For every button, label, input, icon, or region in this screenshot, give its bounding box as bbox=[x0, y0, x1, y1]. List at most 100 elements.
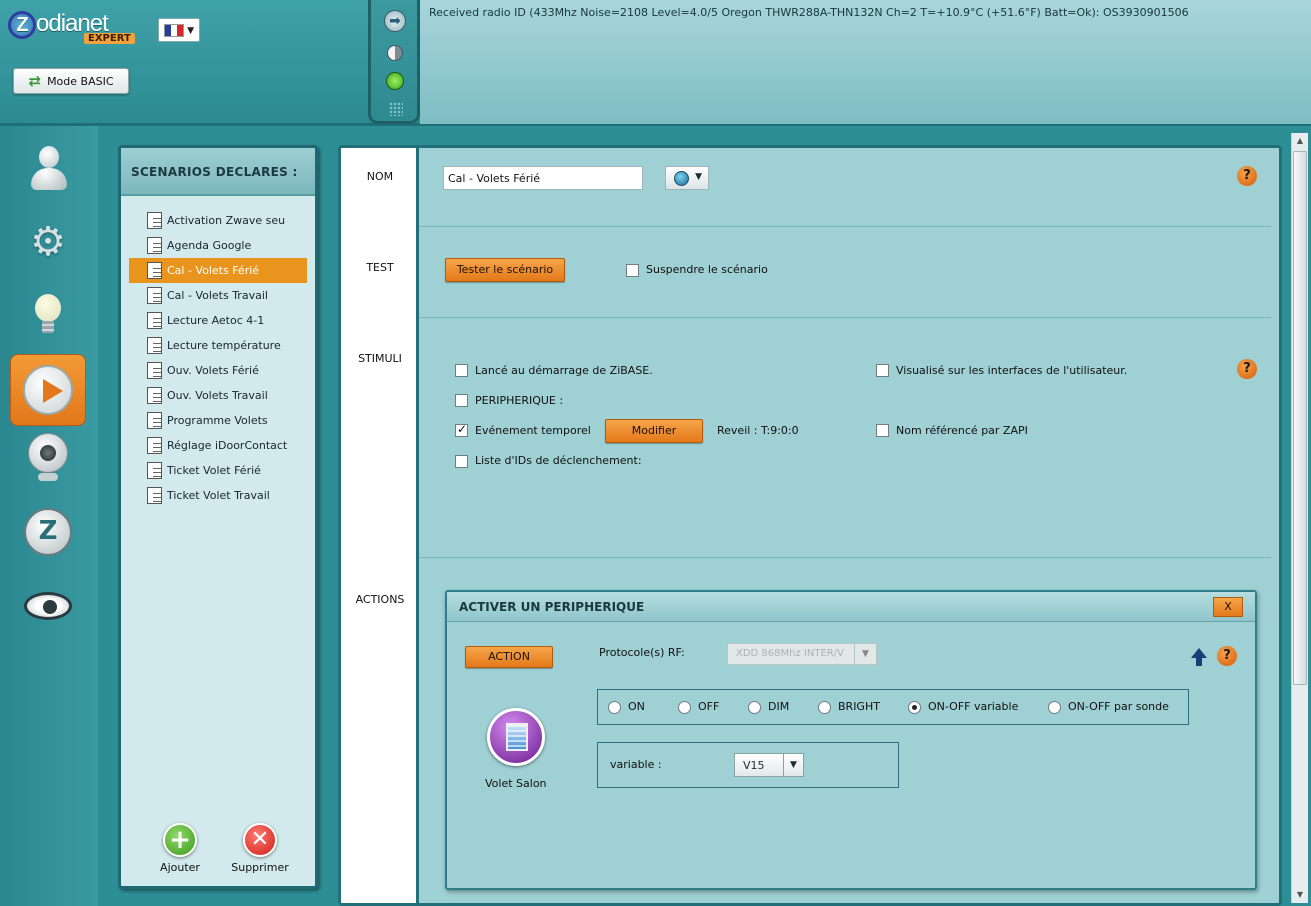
help-icon[interactable]: ? bbox=[1237, 359, 1257, 379]
vertical-scrollbar[interactable]: ▲ ▼ bbox=[1291, 133, 1308, 903]
suspend-checkbox[interactable] bbox=[626, 264, 639, 277]
status-led-panel: ➡ bbox=[368, 0, 420, 124]
globe-icon bbox=[674, 171, 689, 186]
scenario-list-item[interactable]: Lecture Aetoc 4-1 bbox=[129, 308, 309, 333]
scenario-name: Programme Volets bbox=[167, 414, 268, 427]
eye-icon bbox=[24, 592, 72, 620]
scenario-name: Ticket Volet Férié bbox=[167, 464, 261, 477]
chevron-down-icon: ▼ bbox=[783, 754, 803, 776]
window-shutter-icon[interactable] bbox=[487, 708, 545, 766]
temporel-checkbox[interactable] bbox=[455, 422, 468, 437]
france-flag-icon bbox=[164, 24, 184, 37]
scenario-name: Réglage iDoorContact bbox=[167, 439, 288, 452]
plus-icon: + bbox=[163, 823, 197, 857]
scenario-editor: NOM TEST STIMULI ACTIONS ▼ ? Tester le s… bbox=[338, 145, 1282, 906]
scenario-list-item[interactable]: Ouv. Volets Travail bbox=[129, 383, 309, 408]
arrow-right-icon[interactable]: ➡ bbox=[384, 10, 406, 32]
section-label-actions: ACTIONS bbox=[355, 593, 405, 606]
scroll-down-icon[interactable]: ▼ bbox=[1292, 887, 1308, 903]
protocol-label: Protocole(s) RF: bbox=[599, 646, 685, 659]
document-icon bbox=[147, 237, 162, 254]
option-radio[interactable] bbox=[608, 701, 621, 714]
scenario-list-item[interactable]: Ouv. Volets Férié bbox=[129, 358, 309, 383]
status-area: Received radio ID (433Mhz Noise=2108 Lev… bbox=[420, 0, 1311, 124]
nav-rail: ⚙ Z bbox=[0, 126, 98, 906]
option-radio[interactable] bbox=[1048, 701, 1061, 714]
ids-label: Liste d'IDs de déclenchement: bbox=[475, 454, 642, 467]
add-scenario-button[interactable]: + Ajouter bbox=[145, 823, 215, 874]
nav-camera[interactable] bbox=[10, 422, 86, 494]
arrow-up-icon[interactable] bbox=[1191, 648, 1207, 666]
start-checkbox[interactable] bbox=[455, 364, 468, 377]
document-icon bbox=[147, 337, 162, 354]
variable-box: variable : V15 ▼ bbox=[597, 742, 899, 788]
test-scenario-button[interactable]: Tester le scénario bbox=[445, 258, 565, 282]
play-icon bbox=[23, 365, 73, 415]
close-icon: ✕ bbox=[243, 823, 277, 857]
option-radio[interactable] bbox=[678, 701, 691, 714]
section-divider bbox=[419, 317, 1271, 318]
nav-devices[interactable] bbox=[10, 280, 86, 352]
scenario-list-item[interactable]: Cal - Volets Travail bbox=[129, 283, 309, 308]
action-button[interactable]: ACTION bbox=[465, 646, 553, 668]
peripherique-checkbox[interactable] bbox=[455, 394, 468, 407]
zibase-icon: Z bbox=[24, 508, 72, 556]
language-selector[interactable]: ▼ bbox=[158, 18, 200, 42]
app-header: Zodianet EXPERT ▼ ⇄ Mode BASIC ➡ Receive… bbox=[0, 0, 1311, 126]
document-icon bbox=[147, 437, 162, 454]
suspend-label: Suspendre le scénario bbox=[646, 263, 768, 276]
option-radio[interactable] bbox=[818, 701, 831, 714]
scroll-up-icon[interactable]: ▲ bbox=[1292, 133, 1308, 149]
scenario-list-item[interactable]: Lecture température bbox=[129, 333, 309, 358]
modify-button[interactable]: Modifier bbox=[605, 419, 703, 443]
grip-icon bbox=[389, 102, 403, 116]
variable-label: variable : bbox=[610, 758, 662, 771]
help-icon[interactable]: ? bbox=[1217, 646, 1237, 666]
ids-checkbox[interactable] bbox=[455, 455, 468, 468]
scenario-name: Activation Zwave seu bbox=[167, 214, 286, 227]
option-label: DIM bbox=[768, 700, 790, 713]
scenario-list-item[interactable]: Ticket Volet Travail bbox=[129, 483, 309, 508]
variable-select[interactable]: V15 ▼ bbox=[734, 753, 804, 777]
document-icon bbox=[147, 362, 162, 379]
nav-view[interactable] bbox=[10, 570, 86, 642]
nav-zibase[interactable]: Z bbox=[10, 496, 86, 568]
action-panel-title: ACTIVER UN PERIPHERIQUE bbox=[447, 592, 1255, 622]
chevron-down-icon: ▼ bbox=[854, 644, 876, 664]
chevron-down-icon: ▼ bbox=[695, 172, 702, 182]
scenario-list-item[interactable]: Agenda Google bbox=[129, 233, 309, 258]
scenario-list-item[interactable]: Programme Volets bbox=[129, 408, 309, 433]
nav-scenarios[interactable] bbox=[10, 354, 86, 426]
help-icon[interactable]: ? bbox=[1237, 166, 1257, 186]
scenario-list-item[interactable]: Réglage iDoorContact bbox=[129, 433, 309, 458]
section-label-test: TEST bbox=[366, 261, 394, 274]
visual-checkbox[interactable] bbox=[876, 364, 889, 377]
section-label-stimuli: STIMULI bbox=[358, 352, 402, 365]
device-name: Volet Salon bbox=[485, 777, 547, 790]
user-icon bbox=[31, 144, 67, 192]
add-label: Ajouter bbox=[160, 861, 200, 874]
scenario-name-input[interactable] bbox=[443, 166, 643, 190]
chevron-down-icon: ▼ bbox=[187, 26, 194, 36]
scenario-list-item[interactable]: Activation Zwave seu bbox=[129, 208, 309, 233]
section-label-nom: NOM bbox=[366, 170, 394, 183]
section-divider bbox=[419, 226, 1271, 227]
close-action-button[interactable]: X bbox=[1213, 597, 1243, 617]
scenario-list-item[interactable]: Cal - Volets Férié bbox=[129, 258, 307, 283]
nav-user[interactable] bbox=[10, 132, 86, 204]
delete-scenario-button[interactable]: ✕ Supprimer bbox=[225, 823, 295, 874]
scenario-list-item[interactable]: Ticket Volet Férié bbox=[129, 458, 309, 483]
scenario-panel-title: SCENARIOS DECLARES : bbox=[121, 148, 315, 196]
scroll-thumb[interactable] bbox=[1293, 151, 1307, 685]
language-globe-selector[interactable]: ▼ bbox=[665, 166, 709, 190]
mode-basic-button[interactable]: ⇄ Mode BASIC bbox=[13, 68, 129, 94]
option-radio[interactable] bbox=[748, 701, 761, 714]
option-radio[interactable] bbox=[908, 701, 921, 714]
green-led-icon bbox=[386, 72, 404, 90]
section-divider bbox=[419, 557, 1271, 558]
scenario-name: Ouv. Volets Férié bbox=[167, 364, 259, 377]
visual-label: Visualisé sur les interfaces de l'utilis… bbox=[896, 364, 1128, 377]
zapi-checkbox[interactable] bbox=[876, 424, 889, 437]
nav-settings[interactable]: ⚙ bbox=[10, 206, 86, 278]
option-label: ON bbox=[628, 700, 645, 713]
